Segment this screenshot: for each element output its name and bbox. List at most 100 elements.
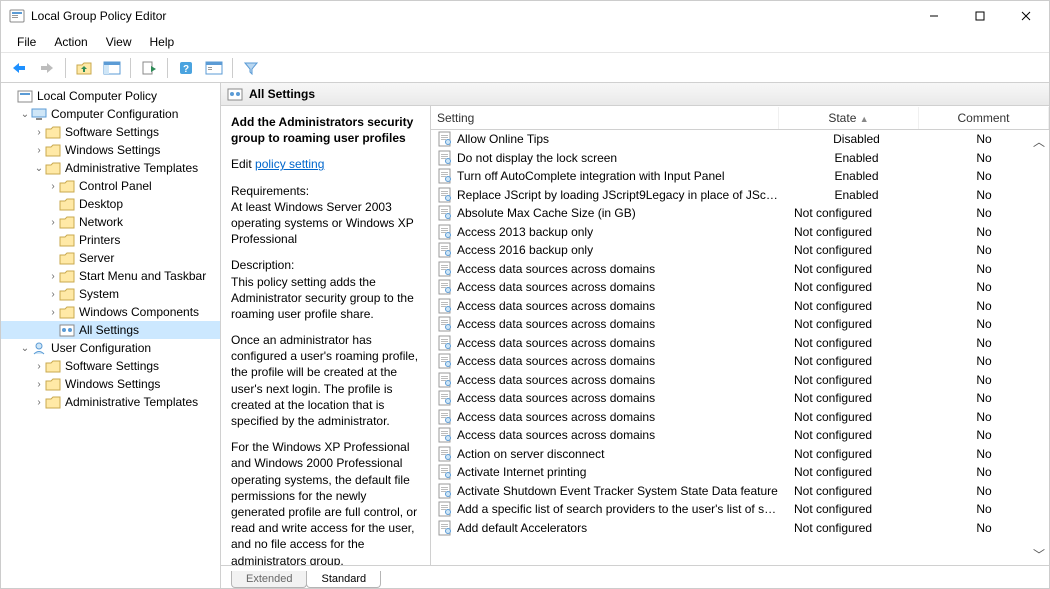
- tree-system[interactable]: ›System: [1, 285, 220, 303]
- policy-item-icon: [437, 520, 453, 536]
- column-state[interactable]: State ▲: [779, 107, 919, 129]
- list-row[interactable]: Access data sources across domainsNot co…: [431, 297, 1049, 316]
- column-setting[interactable]: Setting: [431, 107, 779, 129]
- list-row[interactable]: Access data sources across domainsNot co…: [431, 315, 1049, 334]
- list-row[interactable]: Turn off AutoComplete integration with I…: [431, 167, 1049, 186]
- list-row[interactable]: Access data sources across domainsNot co…: [431, 426, 1049, 445]
- tree-label: Software Settings: [65, 125, 159, 139]
- tree-windows-settings[interactable]: ›Windows Settings: [1, 141, 220, 159]
- tree-all-settings[interactable]: All Settings: [1, 321, 220, 339]
- list-row[interactable]: Access data sources across domainsNot co…: [431, 278, 1049, 297]
- tree-network[interactable]: › Network: [1, 213, 220, 231]
- chevron-right-icon[interactable]: ›: [33, 361, 45, 372]
- tree-windows-components[interactable]: ›Windows Components: [1, 303, 220, 321]
- chevron-right-icon[interactable]: ›: [33, 397, 45, 408]
- maximize-button[interactable]: [957, 1, 1003, 31]
- list-row[interactable]: Access data sources across domainsNot co…: [431, 389, 1049, 408]
- chevron-right-icon[interactable]: ›: [47, 271, 59, 282]
- properties-button[interactable]: [202, 56, 226, 80]
- menu-view[interactable]: View: [98, 33, 140, 51]
- list-body[interactable]: Allow Online TipsDisabledNoDo not displa…: [431, 130, 1049, 565]
- tree-label: Administrative Templates: [65, 161, 198, 175]
- policy-item-icon: [437, 446, 453, 462]
- export-button[interactable]: [137, 56, 161, 80]
- menu-help[interactable]: Help: [142, 33, 183, 51]
- chevron-right-icon[interactable]: ›: [33, 145, 45, 156]
- description-text: For the Windows XP Professional and Wind…: [231, 439, 420, 565]
- tree-label: Local Computer Policy: [37, 89, 157, 103]
- help-button[interactable]: ?: [174, 56, 198, 80]
- list-row[interactable]: Access data sources across domainsNot co…: [431, 260, 1049, 279]
- show-hide-tree-button[interactable]: [100, 56, 124, 80]
- list-row[interactable]: Allow Online TipsDisabledNo: [431, 130, 1049, 149]
- folder-icon: [59, 305, 75, 319]
- tab-extended[interactable]: Extended: [231, 571, 307, 588]
- close-button[interactable]: [1003, 1, 1049, 31]
- view-tabs: Extended Standard: [221, 566, 1049, 588]
- list-row[interactable]: Access data sources across domainsNot co…: [431, 408, 1049, 427]
- tree-start-menu[interactable]: ›Start Menu and Taskbar: [1, 267, 220, 285]
- tree-printers[interactable]: Printers: [1, 231, 220, 249]
- tree-desktop[interactable]: Desktop: [1, 195, 220, 213]
- tree-admin-templates[interactable]: ⌄ Administrative Templates: [1, 159, 220, 177]
- chevron-down-icon[interactable]: ⌄: [19, 109, 31, 120]
- tab-standard[interactable]: Standard: [306, 571, 381, 588]
- chevron-right-icon[interactable]: ›: [47, 217, 59, 228]
- row-state: Enabled: [794, 169, 919, 183]
- policy-item-icon: [437, 131, 453, 147]
- row-setting: Access data sources across domains: [457, 299, 779, 313]
- list-row[interactable]: Add a specific list of search providers …: [431, 500, 1049, 519]
- list-row[interactable]: Replace JScript by loading JScript9Legac…: [431, 186, 1049, 205]
- policy-item-icon: [437, 353, 453, 369]
- tree-user-windows[interactable]: ›Windows Settings: [1, 375, 220, 393]
- chevron-down-icon[interactable]: ⌄: [19, 343, 31, 354]
- tree-label: Network: [79, 215, 123, 229]
- folder-icon: [59, 269, 75, 283]
- tree-computer-config[interactable]: ⌄Computer Configuration: [1, 105, 220, 123]
- computer-icon: [31, 107, 47, 121]
- column-comment[interactable]: Comment: [919, 107, 1049, 129]
- chevron-right-icon[interactable]: ›: [47, 307, 59, 318]
- list-row[interactable]: Access data sources across domainsNot co…: [431, 371, 1049, 390]
- tree-user-software[interactable]: ›Software Settings: [1, 357, 220, 375]
- minimize-button[interactable]: [911, 1, 957, 31]
- policy-item-icon: [437, 316, 453, 332]
- up-folder-button[interactable]: [72, 56, 96, 80]
- scroll-up-icon[interactable]: ︿: [1032, 134, 1046, 148]
- tree-software-settings[interactable]: › Software Settings: [1, 123, 220, 141]
- filter-button[interactable]: [239, 56, 263, 80]
- policy-item-icon: [437, 242, 453, 258]
- chevron-right-icon[interactable]: ›: [33, 127, 45, 138]
- tree-server[interactable]: Server: [1, 249, 220, 267]
- chevron-right-icon[interactable]: ›: [33, 379, 45, 390]
- forward-button[interactable]: [35, 56, 59, 80]
- list-row[interactable]: Action on server disconnectNot configure…: [431, 445, 1049, 464]
- row-state: Enabled: [794, 151, 919, 165]
- tree-user-config[interactable]: ⌄User Configuration: [1, 339, 220, 357]
- scroll-down-icon[interactable]: ﹀: [1032, 547, 1046, 561]
- list-row[interactable]: Access 2016 backup onlyNot configuredNo: [431, 241, 1049, 260]
- chevron-right-icon[interactable]: ›: [47, 289, 59, 300]
- edit-policy-link[interactable]: policy setting: [255, 157, 324, 171]
- list-row[interactable]: Do not display the lock screenEnabledNo: [431, 149, 1049, 168]
- list-row[interactable]: Add default AcceleratorsNot configuredNo: [431, 519, 1049, 538]
- chevron-down-icon[interactable]: ⌄: [33, 163, 45, 174]
- row-state: Not configured: [794, 502, 919, 516]
- tree-control-panel[interactable]: ›Control Panel: [1, 177, 220, 195]
- list-row[interactable]: Access data sources across domainsNot co…: [431, 334, 1049, 353]
- row-state: Not configured: [794, 354, 919, 368]
- list-row[interactable]: Activate Internet printingNot configured…: [431, 463, 1049, 482]
- tree-user-admin[interactable]: ›Administrative Templates: [1, 393, 220, 411]
- tree-root[interactable]: Local Computer Policy: [1, 87, 220, 105]
- list-row[interactable]: Activate Shutdown Event Tracker System S…: [431, 482, 1049, 501]
- list-row[interactable]: Access 2013 backup onlyNot configuredNo: [431, 223, 1049, 242]
- tree-pane[interactable]: Local Computer Policy ⌄Computer Configur…: [1, 83, 221, 588]
- menu-action[interactable]: Action: [46, 33, 95, 51]
- policy-item-icon: [437, 390, 453, 406]
- list-row[interactable]: Access data sources across domainsNot co…: [431, 352, 1049, 371]
- menu-file[interactable]: File: [9, 33, 44, 51]
- back-button[interactable]: [7, 56, 31, 80]
- chevron-right-icon[interactable]: ›: [47, 181, 59, 192]
- row-setting: Action on server disconnect: [457, 447, 779, 461]
- list-row[interactable]: Absolute Max Cache Size (in GB)Not confi…: [431, 204, 1049, 223]
